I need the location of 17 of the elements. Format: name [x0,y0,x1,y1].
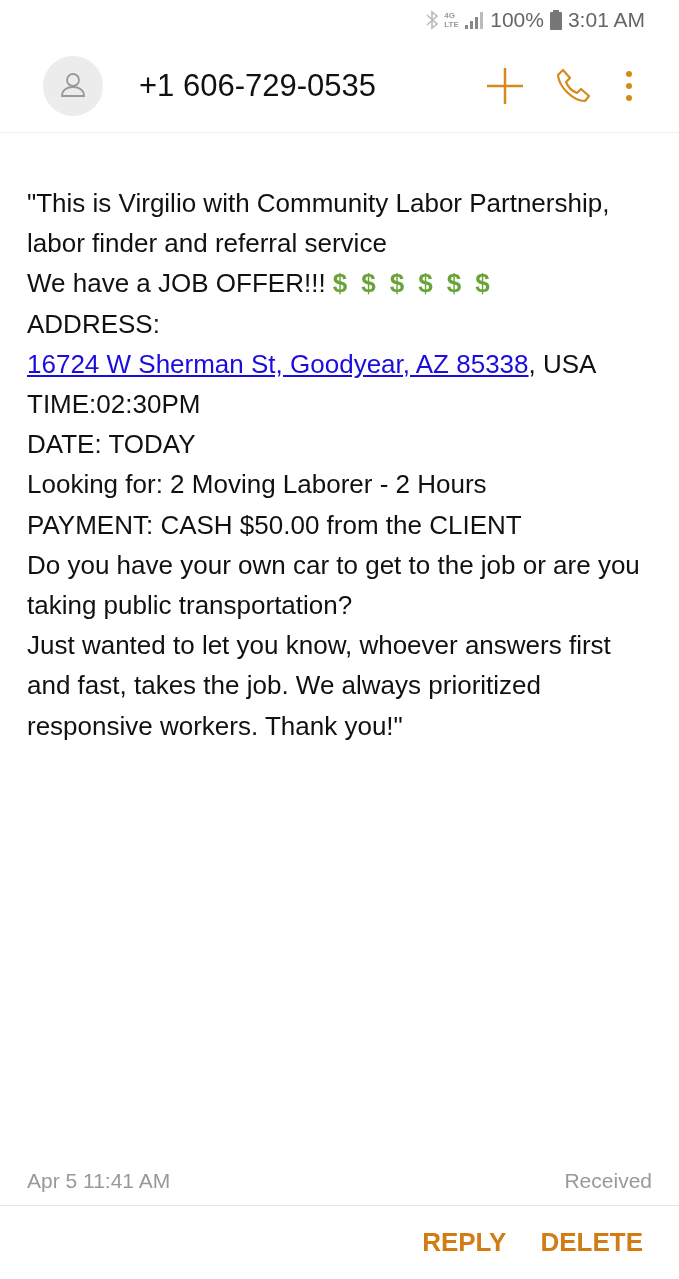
reply-button[interactable]: REPLY [422,1227,507,1258]
address-link[interactable]: 16724 W Sherman St, Goodyear, AZ 85338 [27,348,529,379]
message-text: "This is Virgilio with Community Labor Partnership, labor finder and referral service We have a JOB OFFER!!! $ $ $ $ $ $ ADDRESS: 16724 W Sherman St, Goodyear, AZ 85338, USA TIME:02:30PM DATE: TODAY Looking for: 2 Moving Laborer - 2 Hours PAYMENT: CASH $50.00 from the CLIENT Do you have your own car to get to the job or are you taking public transportation? Just wanted to let you know, whoever answers first and fast, takes the job. We always prioritized responsive workers. Thank you!" [27,187,641,743]
contact-number: +1 606-729-0535 [139,68,377,104]
battery-percent: 100% [490,8,544,32]
network-type-label: 4G LTE [444,11,459,29]
message-date: Apr 5 11:41 AM [27,1169,171,1193]
delete-button[interactable]: DELETE [540,1227,643,1258]
battery-icon [549,10,562,30]
clock: 3:01 AM [567,8,645,32]
phone-icon[interactable] [555,67,593,105]
signal-icon [464,11,485,29]
more-options-icon[interactable] [625,70,633,102]
add-icon[interactable] [485,66,525,106]
contact-avatar-icon[interactable] [43,56,103,116]
bluetooth-icon [426,10,439,30]
message-status: Received [564,1169,652,1193]
